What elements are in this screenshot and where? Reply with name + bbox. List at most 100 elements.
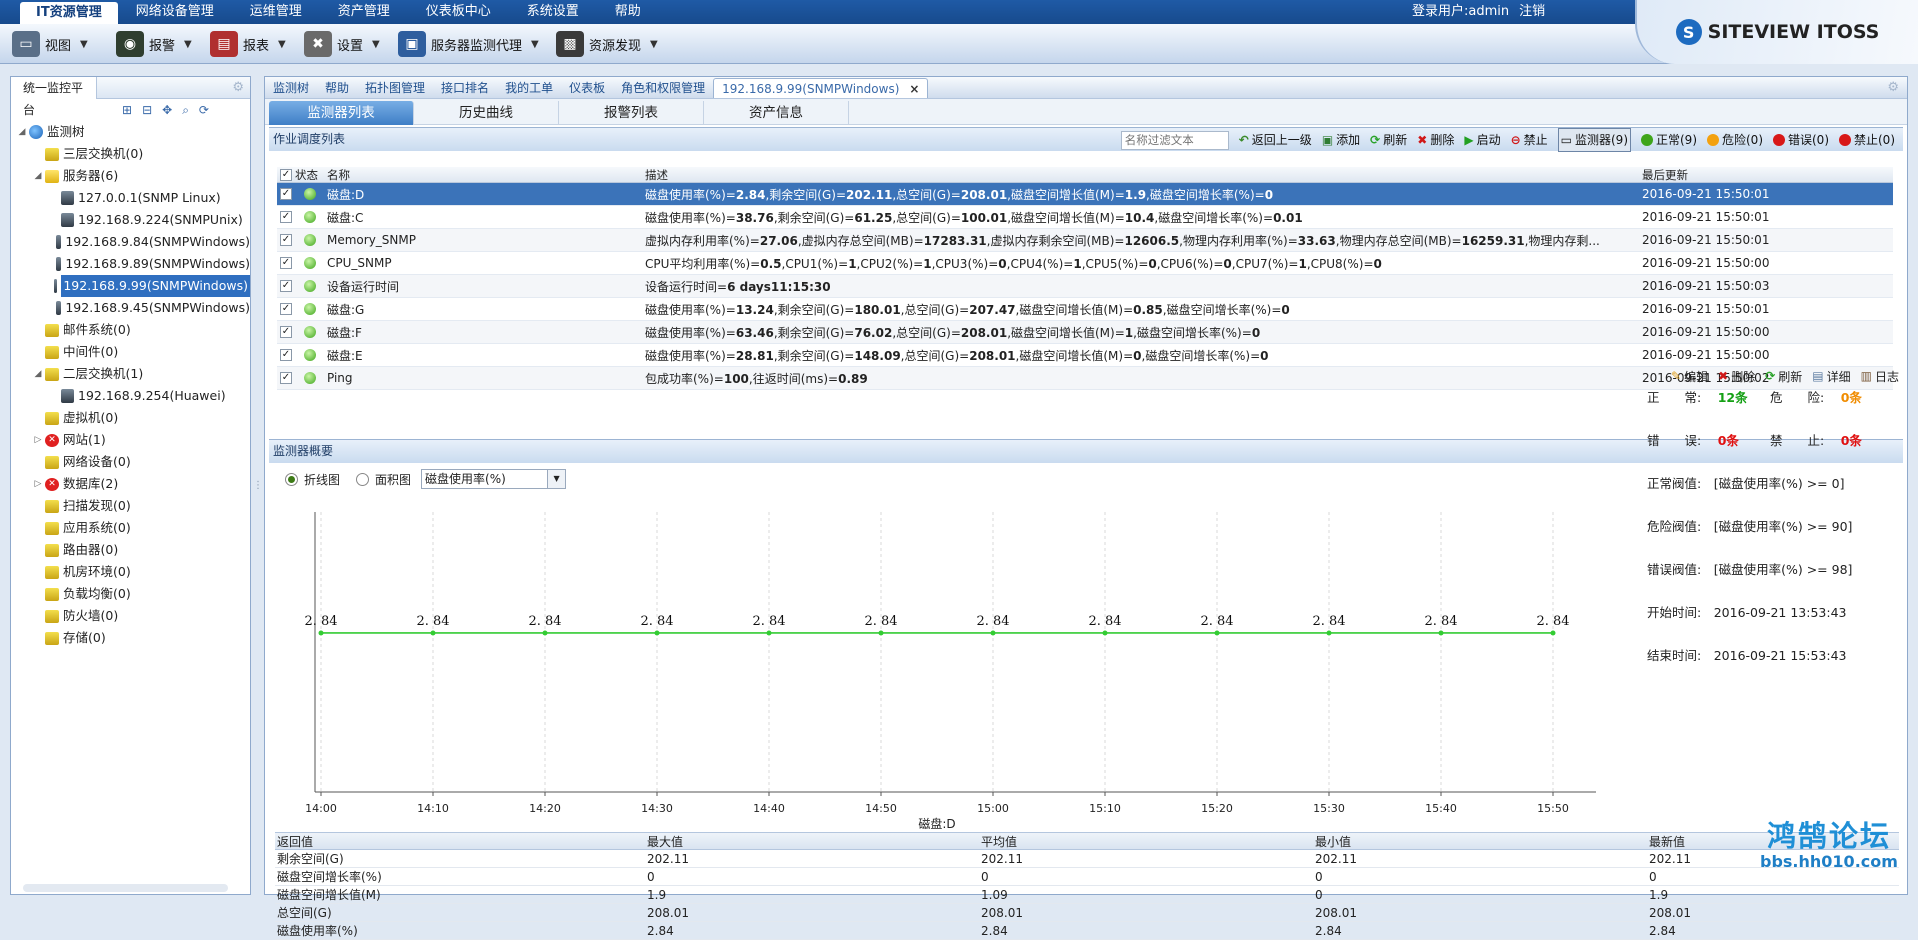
chevron-down-icon[interactable]: ▼ [80, 39, 88, 50]
tab-1[interactable]: 帮助 [317, 78, 357, 98]
overview-tool-button[interactable]: ✎ 编辑 [1671, 368, 1708, 385]
tree-node[interactable]: ◢ 服务器(6) [17, 165, 250, 187]
table-row[interactable]: ✓ 设备运行时间 设备运行时间=6 days11:15:30 2016-09-21 1… [277, 275, 1893, 298]
expand-toggle-icon[interactable]: ▷ [33, 473, 43, 495]
monitor-count-button[interactable]: ▭ 监测器(9) [1557, 128, 1631, 152]
expand-toggle-icon[interactable]: ◢ [17, 121, 27, 143]
row-checkbox[interactable]: ✓ [280, 280, 292, 292]
tree-node[interactable]: 192.168.9.45(SNMPWindows) [17, 297, 250, 319]
search-icon[interactable]: ⌕ [182, 103, 189, 118]
tree-node[interactable]: 三层交换机(0) [17, 143, 250, 165]
table-row[interactable]: ✓ 磁盘:C 磁盘使用率(%)=38.76,剩余空间(G)=61.25,总空间(G)… [277, 206, 1893, 229]
job-tool-button[interactable]: ▶ 启动 [1464, 129, 1500, 151]
tree-node[interactable]: ◢ 二层交换机(1) [17, 363, 250, 385]
tree-node[interactable]: 虚拟机(0) [17, 407, 250, 429]
row-checkbox[interactable]: ✓ [280, 349, 292, 361]
logout-link[interactable]: 注销 [1519, 0, 1545, 24]
status-count[interactable]: 危险(0) [1707, 129, 1763, 151]
toolbar-server-agent-button[interactable]: ▣ 服务器监测代理 ▼ [398, 30, 539, 58]
tab-5[interactable]: 仪表板 [561, 78, 613, 98]
subtab-2[interactable]: 报警列表 [559, 101, 704, 125]
table-row[interactable]: ✓ 磁盘:D 磁盘使用率(%)=2.84,剩余空间(G)=202.11,总空间(G)… [277, 183, 1893, 206]
tab-3[interactable]: 接口排名 [433, 78, 497, 98]
tab-4[interactable]: 我的工单 [497, 78, 561, 98]
table-row[interactable]: ✓ CPU_SNMP CPU平均利用率(%)=0.5,CPU1(%)=1,CPU2(… [277, 252, 1893, 275]
tree-node[interactable]: 网络设备(0) [17, 451, 250, 473]
row-checkbox[interactable]: ✓ [280, 303, 292, 315]
area-chart-radio[interactable] [356, 472, 370, 486]
line-chart-radio[interactable] [285, 472, 298, 486]
tree-node[interactable]: 192.168.9.254(Huawei) [17, 385, 250, 407]
toolbar-alarm-button[interactable]: ◉ 报警 ▼ [116, 30, 192, 58]
toolbar-discovery-button[interactable]: ▩ 资源发现 ▼ [556, 30, 658, 58]
overview-tool-button[interactable]: ⟳ 刷新 [1765, 368, 1802, 385]
chevron-down-icon[interactable]: ▼ [547, 470, 566, 488]
top-menu-item[interactable]: 资产管理 [320, 0, 408, 24]
expand-toggle-icon[interactable]: ◢ [33, 165, 43, 187]
row-checkbox[interactable]: ✓ [280, 326, 292, 338]
toolbar-view-button[interactable]: ▭ 视图 ▼ [12, 30, 88, 58]
job-tool-button[interactable]: ⊖ 禁止 [1511, 129, 1548, 151]
collapse-all-icon[interactable]: ⊟ [142, 103, 152, 117]
top-menu-item[interactable]: 仪表板中心 [408, 0, 509, 24]
splitter-handle[interactable]: ⋮ [253, 480, 263, 491]
expand-toggle-icon[interactable]: ▷ [33, 429, 43, 451]
toolbar-report-button[interactable]: ▤ 报表 ▼ [210, 30, 286, 58]
tree-node[interactable]: 127.0.0.1(SNMP Linux) [17, 187, 250, 209]
job-tool-button[interactable]: ⟳ 刷新 [1370, 129, 1407, 151]
status-count[interactable]: 错误(0) [1773, 129, 1829, 151]
metric-select[interactable]: 磁盘使用率(%) ▼ [421, 469, 567, 489]
top-menu-item[interactable]: IT资源管理 [20, 2, 118, 24]
expand-all-icon[interactable]: ⊞ [122, 103, 132, 117]
chevron-down-icon[interactable]: ▼ [531, 39, 539, 50]
table-row[interactable]: ✓ 磁盘:E 磁盘使用率(%)=28.81,剩余空间(G)=148.09,总空间(G… [277, 344, 1893, 367]
overview-tool-button[interactable]: ▥ 日志 [1861, 368, 1899, 385]
gear-icon[interactable]: ⚙ [1887, 80, 1899, 95]
subtab-1[interactable]: 历史曲线 [414, 101, 559, 125]
row-checkbox[interactable]: ✓ [280, 257, 292, 269]
tree-node[interactable]: 192.168.9.224(SNMPUnix) [17, 209, 250, 231]
toolbar-settings-tools-button[interactable]: ✖ 设置 ▼ [304, 30, 380, 58]
horizontal-scrollbar[interactable] [23, 884, 228, 892]
tree-node[interactable]: 192.168.9.84(SNMPWindows) [17, 231, 250, 253]
subtab-0[interactable]: 监测器列表 [269, 101, 414, 125]
tree-node[interactable]: 扫描发现(0) [17, 495, 250, 517]
top-menu-item[interactable]: 帮助 [597, 0, 659, 24]
chevron-down-icon[interactable]: ▼ [372, 39, 380, 50]
tree-node[interactable]: ◢ 监测树 [17, 121, 250, 143]
name-filter-input[interactable] [1120, 130, 1229, 150]
tree-node[interactable]: 负载均衡(0) [17, 583, 250, 605]
job-tool-button[interactable]: ▣ 添加 [1322, 129, 1360, 151]
tree-node[interactable]: 机房环境(0) [17, 561, 250, 583]
tree-node[interactable]: 192.168.9.89(SNMPWindows) [17, 253, 250, 275]
gear-icon[interactable]: ⚙ [232, 80, 244, 95]
table-row[interactable]: ✓ 磁盘:G 磁盘使用率(%)=13.24,剩余空间(G)=180.01,总空间(G… [277, 298, 1893, 321]
job-tool-button[interactable]: ↶ 返回上一级 [1239, 129, 1312, 151]
overview-tool-button[interactable]: ✖ 删除 [1718, 368, 1755, 385]
tree-node[interactable]: 防火墙(0) [17, 605, 250, 627]
status-count[interactable]: 禁止(0) [1839, 129, 1895, 151]
tab-7[interactable]: 192.168.9.99(SNMPWindows) × [713, 78, 929, 98]
job-tool-button[interactable]: ✖ 删除 [1417, 129, 1454, 151]
row-checkbox[interactable]: ✓ [280, 188, 292, 200]
row-checkbox[interactable]: ✓ [280, 372, 292, 384]
expand-toggle-icon[interactable]: ◢ [33, 363, 43, 385]
table-row[interactable]: ✓ 磁盘:F 磁盘使用率(%)=63.46,剩余空间(G)=76.02,总空间(G)… [277, 321, 1893, 344]
tree-node[interactable]: 路由器(0) [17, 539, 250, 561]
row-checkbox[interactable]: ✓ [280, 211, 292, 223]
chevron-down-icon[interactable]: ▼ [184, 39, 192, 50]
locate-icon[interactable]: ✥ [162, 103, 172, 117]
top-menu-item[interactable]: 网络设备管理 [118, 0, 232, 24]
subtab-3[interactable]: 资产信息 [704, 101, 849, 125]
tree-node[interactable]: ▷ ✕ 数据库(2) [17, 473, 250, 495]
tree-node[interactable]: 中间件(0) [17, 341, 250, 363]
status-count[interactable]: 正常(9) [1641, 129, 1697, 151]
chevron-down-icon[interactable]: ▼ [650, 39, 658, 50]
tab-2[interactable]: 拓扑图管理 [357, 78, 433, 98]
tree-node[interactable]: ▷ ✕ 网站(1) [17, 429, 250, 451]
close-icon[interactable]: × [909, 82, 919, 96]
tab-6[interactable]: 角色和权限管理 [613, 78, 713, 98]
tree-node[interactable]: 存储(0) [17, 627, 250, 649]
refresh-icon[interactable]: ⟳ [199, 103, 209, 117]
tree-node[interactable]: 应用系统(0) [17, 517, 250, 539]
